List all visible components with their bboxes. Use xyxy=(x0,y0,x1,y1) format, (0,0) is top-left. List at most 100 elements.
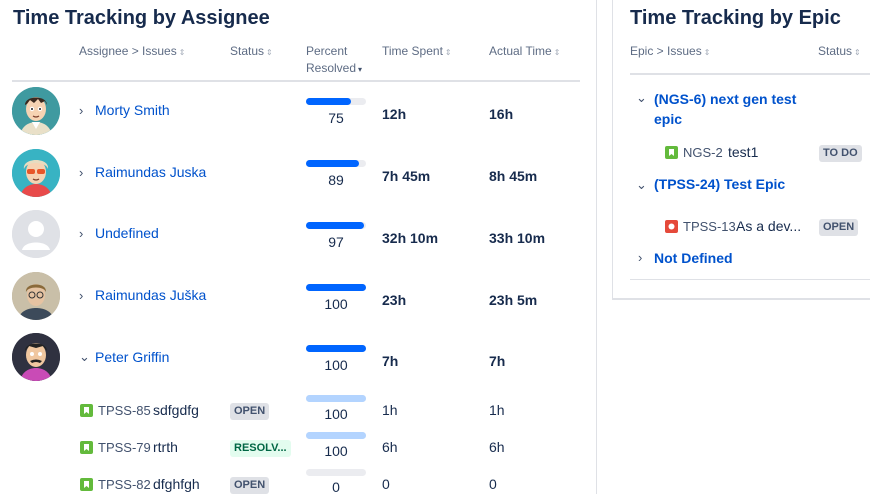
sort-icon: ⇕ xyxy=(444,48,452,57)
percent-resolved: 100 xyxy=(324,443,348,459)
status-badge: OPEN xyxy=(230,403,270,420)
bug-icon xyxy=(665,220,678,233)
percent-resolved: 89 xyxy=(328,172,344,188)
sort-icon: ⇕ xyxy=(266,48,273,57)
status-badge: RESOLV... xyxy=(230,440,291,457)
percent-resolved: 100 xyxy=(324,406,348,422)
avatar-morty-smith xyxy=(12,87,60,135)
issue-summary[interactable]: test1 xyxy=(728,144,758,160)
sort-icon: ⇕ xyxy=(553,48,561,57)
percent-resolved: 97 xyxy=(328,234,344,250)
avatar-peter-griffin xyxy=(12,333,60,381)
progress-fill xyxy=(306,98,351,105)
percent-resolved: 100 xyxy=(324,357,348,373)
progress-bar xyxy=(306,395,366,402)
row-divider xyxy=(630,279,870,280)
progress-bar xyxy=(306,160,366,167)
progress-bar xyxy=(306,222,366,229)
actual-time: 0 xyxy=(489,476,497,492)
actual-time: 8h 45m xyxy=(489,168,538,184)
column-header-actual-time[interactable]: Actual Time ⇕ xyxy=(489,43,560,61)
column-header-status[interactable]: Status ⇕ xyxy=(230,43,273,61)
time-spent: 0 xyxy=(382,476,390,492)
issue-key[interactable]: NGS-2 xyxy=(683,145,723,160)
issue-summary[interactable]: As a dev... xyxy=(736,218,801,234)
avatar-raimundas-juska xyxy=(12,149,60,197)
percent-resolved: 0 xyxy=(332,479,340,495)
panel-divider xyxy=(596,0,597,494)
epic-panel: Time Tracking by Epic Epic > Issues ⇕ Sta… xyxy=(612,0,870,300)
epic-ngs-6[interactable]: (NGS-6) next gen test epic xyxy=(654,89,824,129)
issue-key[interactable]: TPSS-79 xyxy=(98,440,151,455)
issue-summary[interactable]: rtrth xyxy=(153,439,178,455)
story-icon xyxy=(80,404,93,417)
issue-key[interactable]: TPSS-85 xyxy=(98,403,151,418)
issue-key[interactable]: TPSS-82 xyxy=(98,477,151,492)
story-icon xyxy=(665,146,678,159)
sort-icon: ⇕ xyxy=(703,48,711,57)
epic-not-defined[interactable]: Not Defined xyxy=(654,248,733,268)
issue-key[interactable]: TPSS-13 xyxy=(683,219,736,234)
progress-bar xyxy=(306,469,366,476)
header-divider xyxy=(12,80,580,82)
time-spent: 7h xyxy=(382,353,399,369)
progress-fill xyxy=(306,432,366,439)
progress-fill xyxy=(306,345,366,352)
expand-chevron-icon[interactable]: › xyxy=(638,250,642,265)
header-divider xyxy=(630,73,870,75)
sort-icon: ⇕ xyxy=(854,48,861,57)
progress-fill xyxy=(306,160,360,167)
assignee-panel: Time Tracking by Assignee Assignee > Iss… xyxy=(0,0,596,495)
assignee-name-peter-griffin[interactable]: Peter Griffin xyxy=(95,349,169,365)
percent-resolved: 75 xyxy=(328,110,344,126)
collapse-chevron-icon[interactable]: ⌄ xyxy=(636,177,647,193)
progress-fill xyxy=(306,395,366,402)
expand-chevron-icon[interactable]: › xyxy=(79,103,83,118)
actual-time: 16h xyxy=(489,106,514,122)
time-spent: 1h xyxy=(382,402,398,418)
progress-fill xyxy=(306,284,366,291)
progress-bar xyxy=(306,345,366,352)
actual-time: 33h 10m xyxy=(489,230,546,246)
actual-time: 6h xyxy=(489,439,505,455)
assignee-name-raimundas-juska[interactable]: Raimundas Juska xyxy=(95,164,206,180)
status-badge: TO DO xyxy=(819,145,862,162)
column-header-percent-resolved[interactable]: Percent Resolved ▾ xyxy=(306,43,362,78)
collapse-chevron-icon[interactable]: ⌄ xyxy=(79,349,90,365)
sort-desc-icon: ▾ xyxy=(358,65,363,74)
assignee-name-raimundas-juska-2[interactable]: Raimundas Juška xyxy=(95,287,206,303)
assignee-name-morty-smith[interactable]: Morty Smith xyxy=(95,102,170,118)
percent-resolved: 100 xyxy=(324,296,348,312)
expand-chevron-icon[interactable]: › xyxy=(79,226,83,241)
collapse-chevron-icon[interactable]: ⌄ xyxy=(636,90,647,106)
progress-fill xyxy=(306,222,365,229)
time-spent: 7h 45m xyxy=(382,168,431,184)
status-badge: OPEN xyxy=(819,219,859,236)
column-header-status[interactable]: Status ⇕ xyxy=(818,43,861,61)
column-header-epic[interactable]: Epic > Issues ⇕ xyxy=(630,43,710,61)
time-spent: 32h 10m xyxy=(382,230,439,246)
avatar-raimundas-juska-photo xyxy=(12,272,60,320)
status-badge: OPEN xyxy=(230,477,270,494)
time-spent: 12h xyxy=(382,106,407,122)
actual-time: 1h xyxy=(489,402,505,418)
epic-panel-title: Time Tracking by Epic xyxy=(630,7,841,29)
actual-time: 23h 5m xyxy=(489,292,538,308)
progress-bar xyxy=(306,98,366,105)
time-spent: 23h xyxy=(382,292,407,308)
column-header-assignee[interactable]: Assignee > Issues ⇕ xyxy=(79,43,185,61)
avatar-placeholder-icon xyxy=(12,210,60,258)
expand-chevron-icon[interactable]: › xyxy=(79,288,83,303)
sort-icon: ⇕ xyxy=(178,48,186,57)
time-spent: 6h xyxy=(382,439,398,455)
assignee-panel-title: Time Tracking by Assignee xyxy=(13,7,270,29)
column-header-time-spent[interactable]: Time Spent ⇕ xyxy=(382,43,452,61)
assignee-name-undefined[interactable]: Undefined xyxy=(95,225,159,241)
issue-summary[interactable]: sdfgdfg xyxy=(153,402,199,418)
epic-tpss-24[interactable]: (TPSS-24) Test Epic xyxy=(654,174,785,194)
story-icon xyxy=(80,441,93,454)
expand-chevron-icon[interactable]: › xyxy=(79,165,83,180)
issue-summary[interactable]: dfghfgh xyxy=(153,476,200,492)
progress-bar xyxy=(306,432,366,439)
story-icon xyxy=(80,478,93,491)
